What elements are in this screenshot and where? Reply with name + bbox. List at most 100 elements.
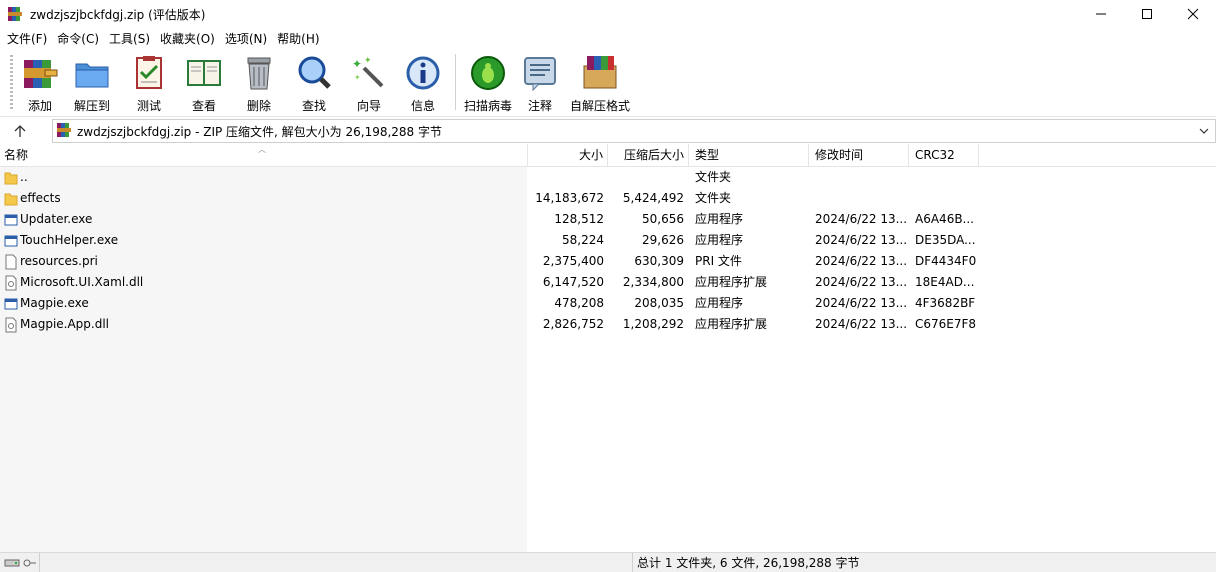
table-row[interactable]: Magpie.App.dll 2,826,752 1,208,292 应用程序扩…: [0, 314, 1216, 335]
archive-icon: [56, 122, 72, 141]
dll-icon: [5, 275, 17, 290]
add-button[interactable]: 添加: [17, 50, 63, 113]
file-name: Magpie.App.dll: [20, 317, 110, 331]
file-packed-size: 2,334,800: [622, 275, 684, 289]
svg-text:✦: ✦: [352, 57, 362, 71]
file-packed-size: 630,309: [634, 254, 684, 268]
file-modified: 2024/6/22 13...: [815, 275, 907, 289]
file-modified: 2024/6/22 13...: [815, 317, 907, 331]
sfx-icon: [581, 54, 619, 92]
comment-label: 注释: [527, 99, 552, 113]
column-header-type[interactable]: 类型: [689, 144, 809, 167]
file-type: 应用程序: [695, 296, 744, 310]
window-title: zwdzjszjbckfdgj.zip (评估版本): [30, 7, 206, 22]
chevron-down-icon[interactable]: [1197, 124, 1211, 138]
sort-ascending-icon: ︿: [258, 145, 266, 154]
list-header: 名称 ︿ 大小 压缩后大小 类型 修改时间 CRC32: [0, 144, 1216, 167]
dll-icon: [5, 317, 17, 332]
file-size: 58,224: [562, 233, 604, 247]
column-header-modified[interactable]: 修改时间: [809, 144, 909, 167]
maximize-button[interactable]: [1124, 0, 1170, 28]
file-packed-size: 50,656: [642, 212, 684, 226]
test-button[interactable]: 测试: [121, 50, 177, 113]
table-row[interactable]: TouchHelper.exe 58,224 29,626 应用程序 2024/…: [0, 230, 1216, 251]
column-header-crc[interactable]: CRC32: [909, 144, 979, 167]
window-controls: [1078, 0, 1216, 28]
add-label: 添加: [27, 99, 52, 113]
column-header-packed[interactable]: 压缩后大小: [608, 144, 689, 167]
view-label: 查看: [191, 99, 216, 113]
table-row[interactable]: Microsoft.UI.Xaml.dll 6,147,520 2,334,80…: [0, 272, 1216, 293]
toolbar-grip[interactable]: [10, 55, 13, 111]
file-size: 478,208: [554, 296, 604, 310]
menu-file[interactable]: 文件(F): [2, 29, 52, 49]
menu-favorites[interactable]: 收藏夹(O): [155, 29, 220, 49]
table-row[interactable]: .. 文件夹: [0, 167, 1216, 188]
maximize-icon: [1142, 9, 1152, 19]
menu-commands[interactable]: 命令(C): [52, 29, 104, 49]
svg-text:✦: ✦: [364, 56, 372, 66]
add-archive-icon: [21, 54, 59, 92]
virus-scan-button[interactable]: 扫描病毒: [462, 50, 514, 113]
title-bar: zwdzjszjbckfdgj.zip (评估版本): [0, 0, 1216, 28]
file-modified: [815, 188, 907, 209]
file-name: resources.pri: [20, 254, 98, 268]
file-modified: 2024/6/22 13...: [815, 296, 907, 310]
info-button[interactable]: 信息: [397, 50, 449, 113]
file-name: Updater.exe: [20, 212, 93, 226]
table-row[interactable]: Magpie.exe 478,208 208,035 应用程序 2024/6/2…: [0, 293, 1216, 314]
exe-icon: [4, 298, 18, 309]
toolbar-separator: [455, 54, 456, 110]
file-crc: 4F3682BF: [915, 296, 976, 310]
sfx-button[interactable]: 自解压格式: [566, 50, 634, 113]
file-modified: 2024/6/22 13...: [815, 212, 907, 226]
menu-help[interactable]: 帮助(H): [272, 29, 324, 49]
extract-to-label: 解压到: [73, 99, 110, 113]
close-button[interactable]: [1170, 0, 1216, 28]
wizard-label: 向导: [356, 99, 381, 113]
file-size: 6,147,520: [542, 275, 604, 289]
file-name: ..: [20, 170, 28, 184]
delete-button[interactable]: 删除: [231, 50, 287, 113]
minimize-button[interactable]: [1078, 0, 1124, 28]
file-size: [528, 167, 604, 188]
table-row[interactable]: resources.pri 2,375,400 630,309 PRI 文件 2…: [0, 251, 1216, 272]
view-icon: [185, 54, 223, 92]
file-modified: 2024/6/22 13...: [815, 254, 907, 268]
file-type: 应用程序: [695, 233, 744, 247]
comment-button[interactable]: 注释: [514, 50, 566, 113]
toolbar: 添加 解压到 测试 查看 删除 查找 ✦ ✦ ✦ 向导 信息 扫描病毒 注释 自…: [0, 50, 1216, 116]
extract-to-icon: [73, 54, 111, 92]
folder-icon: [4, 193, 18, 205]
file-modified: 2024/6/22 13...: [815, 233, 907, 247]
extract-to-button[interactable]: 解压到: [63, 50, 121, 113]
file-type: 应用程序扩展: [695, 317, 768, 331]
file-type: 应用程序扩展: [695, 275, 768, 289]
file-packed-size: 1,208,292: [622, 317, 684, 331]
table-row[interactable]: effects 14,183,672 5,424,492 文件夹: [0, 188, 1216, 209]
arrow-up-icon: [14, 124, 26, 137]
sfx-label: 自解压格式: [569, 99, 630, 113]
menu-options[interactable]: 选项(N): [220, 29, 272, 49]
file-packed-size: 29,626: [642, 233, 684, 247]
file-crc: DE35DA...: [915, 233, 976, 247]
up-one-level-button[interactable]: [0, 118, 40, 144]
file-name: TouchHelper.exe: [20, 233, 119, 247]
find-icon: [295, 54, 333, 92]
column-header-size[interactable]: 大小: [528, 144, 608, 167]
menu-tools[interactable]: 工具(S): [104, 29, 155, 49]
file-crc: A6A46B...: [915, 212, 974, 226]
file-packed-size: 5,424,492: [622, 191, 684, 205]
find-button[interactable]: 查找: [287, 50, 341, 113]
table-row[interactable]: Updater.exe 128,512 50,656 应用程序 2024/6/2…: [0, 209, 1216, 230]
wizard-button[interactable]: ✦ ✦ ✦ 向导: [341, 50, 397, 113]
delete-label: 删除: [246, 99, 271, 113]
winrar-app-icon[interactable]: [7, 6, 23, 22]
address-text: zwdzjszjbckfdgj.zip - ZIP 压缩文件, 解包大小为 26…: [77, 124, 443, 139]
view-button[interactable]: 查看: [177, 50, 231, 113]
comment-icon: [521, 54, 559, 92]
address-field[interactable]: zwdzjszjbckfdgj.zip - ZIP 压缩文件, 解包大小为 26…: [52, 119, 1216, 143]
file-rows: .. 文件夹 effects 14,183,672 5,424,492 文件夹 …: [0, 167, 1216, 335]
file-name: effects: [20, 191, 61, 205]
file-crc: [915, 188, 977, 209]
